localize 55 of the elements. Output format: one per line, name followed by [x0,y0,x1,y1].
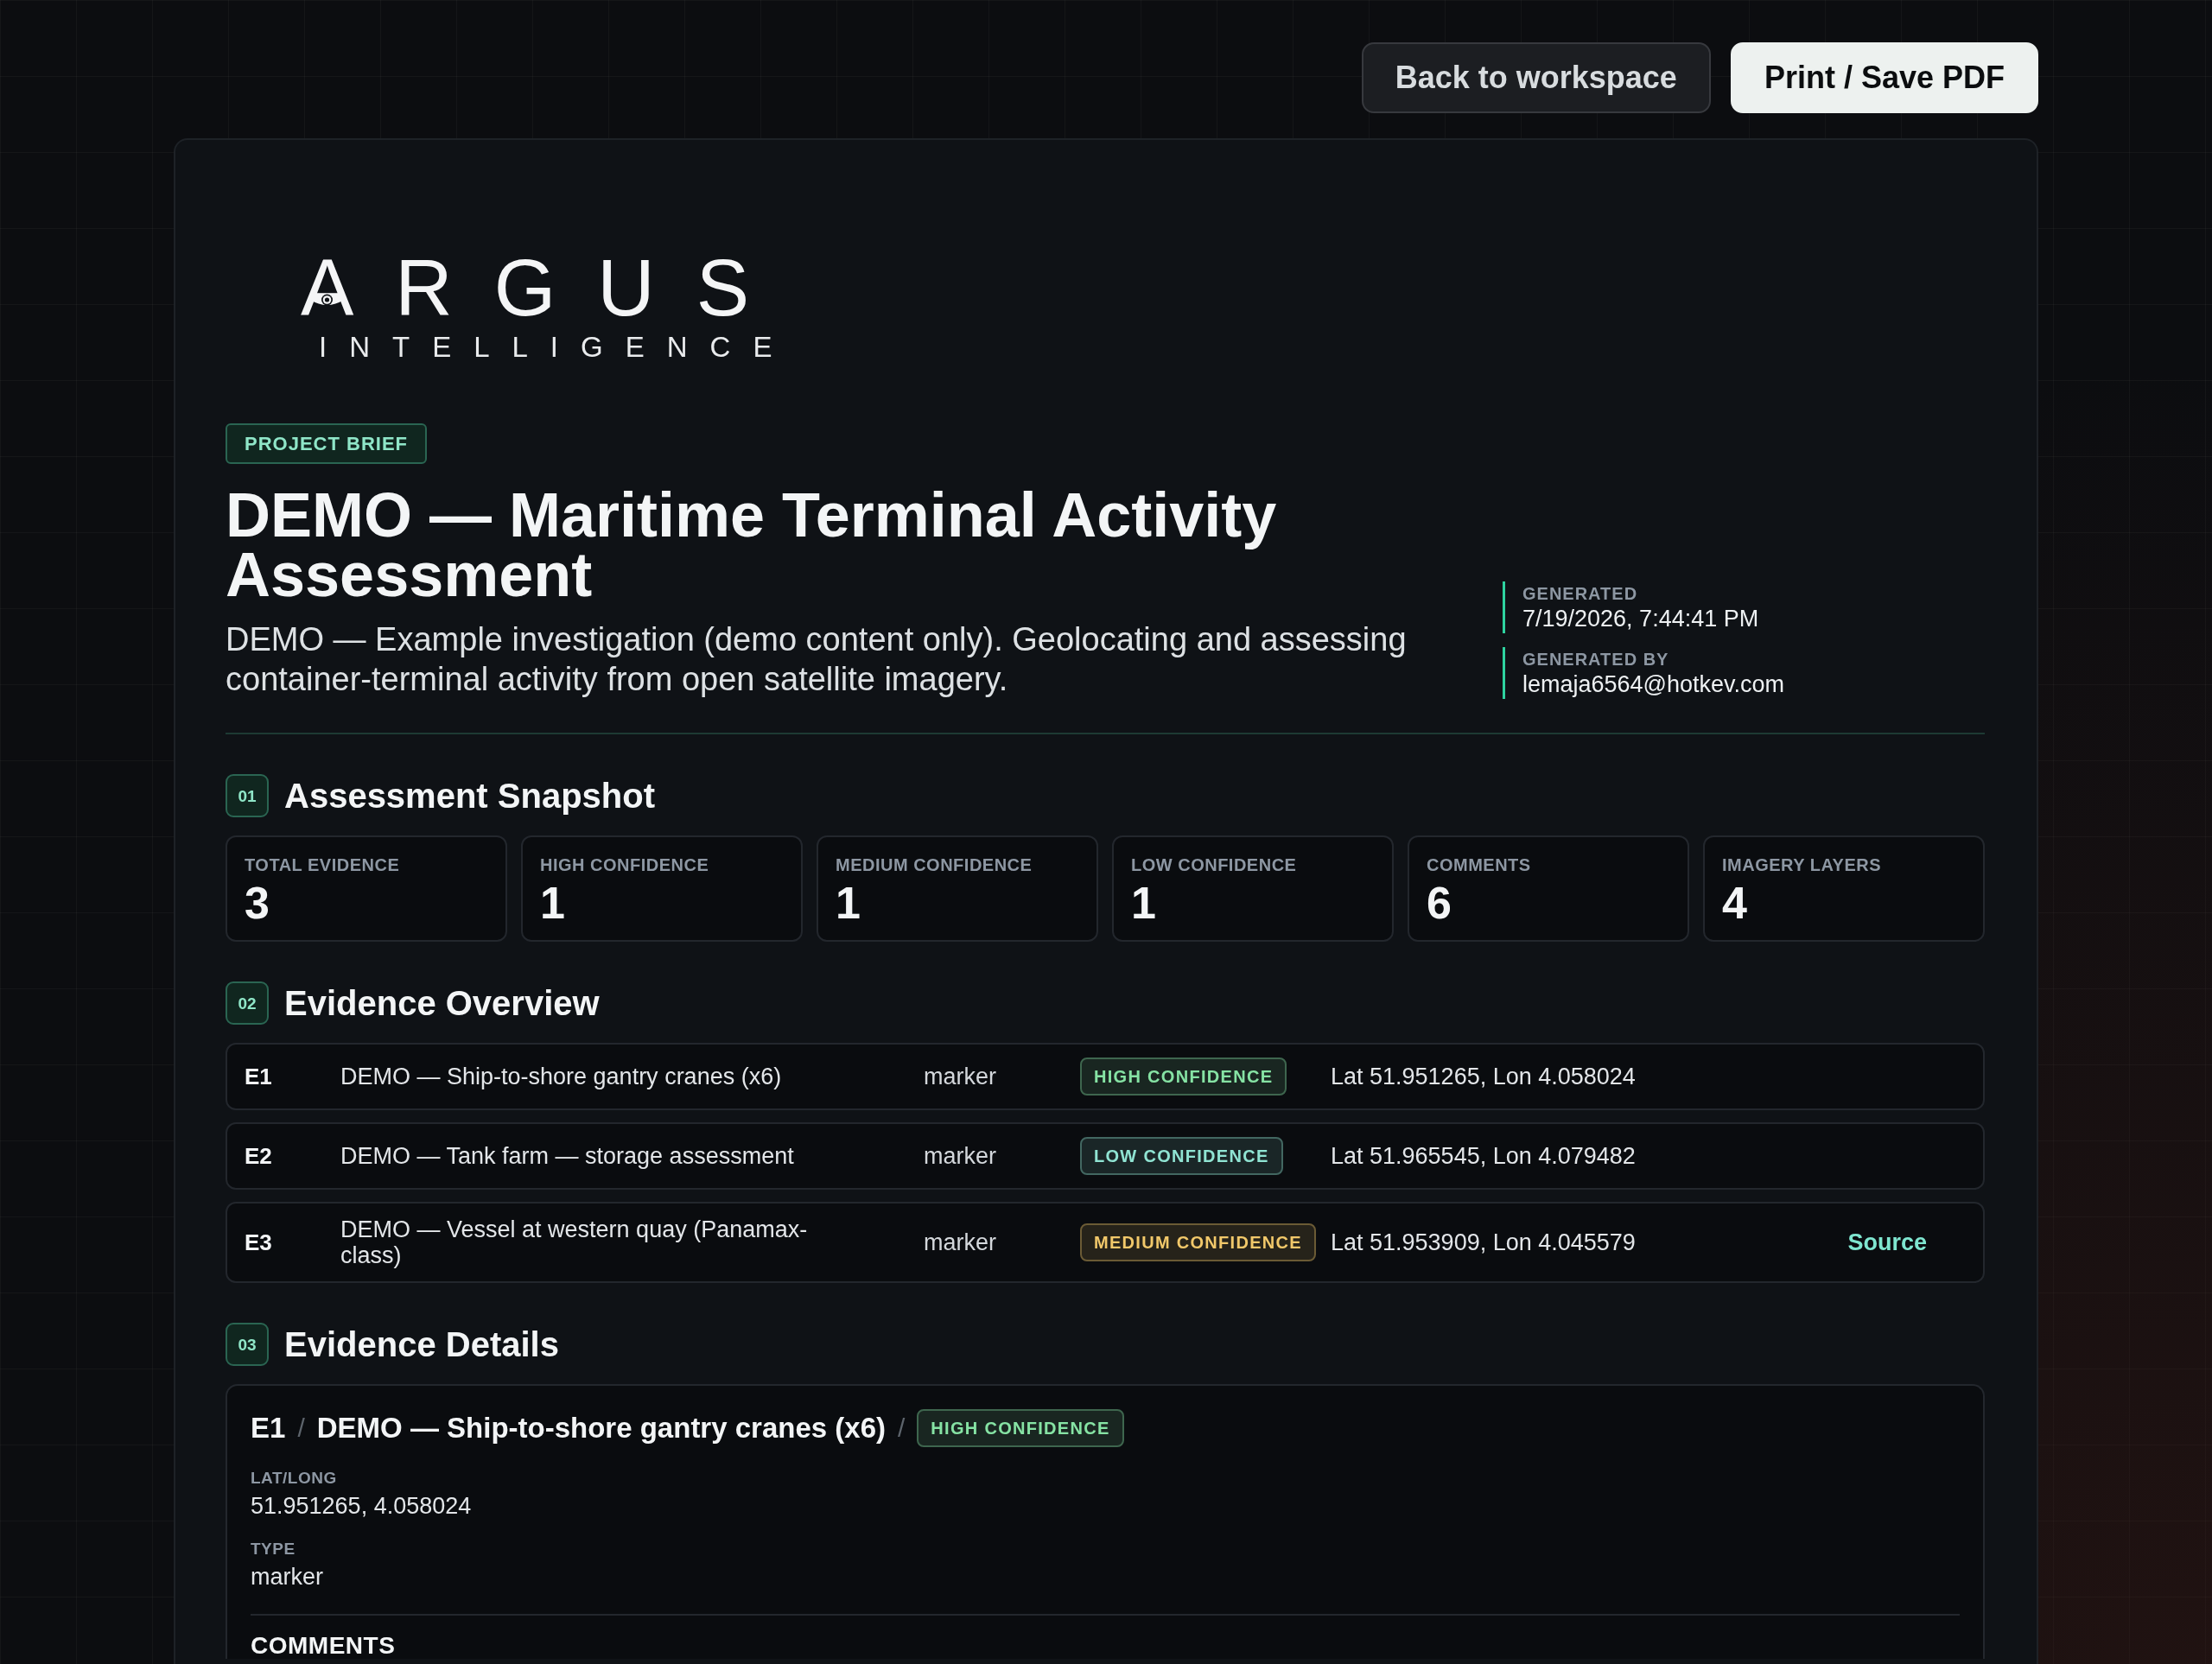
confidence-badge: LOW CONFIDENCE [1080,1137,1283,1175]
evidence-type: marker [924,1064,996,1089]
evidence-title: DEMO — Ship-to-shore gantry cranes (x6) [340,1064,782,1089]
stat-label: HIGH CONFIDENCE [540,854,709,875]
confidence-badge: HIGH CONFIDENCE [1080,1057,1287,1096]
title-separator: / [898,1413,906,1444]
stat-label: IMAGERY LAYERS [1722,854,1882,875]
field-value: marker [251,1563,323,1591]
evidence-location: Lat 51.965545, Lon 4.079482 [1331,1143,1636,1169]
meta-label: GENERATED BY [1522,649,1669,670]
section-number: 02 [226,981,269,1025]
brief-tag: PROJECT BRIEF [226,423,428,464]
section-number: 03 [226,1323,269,1366]
evidence-id: E3 [245,1229,272,1255]
evidence-id: E2 [245,1143,272,1169]
evidence-id: E1 [245,1064,272,1089]
section-title: Evidence Details [284,1324,559,1365]
stat-value: 4 [1722,879,1747,927]
stat-value: 1 [1131,879,1156,927]
stat-value: 1 [836,879,861,927]
evidence-type: marker [924,1229,996,1255]
print-button[interactable]: Print / Save PDF [1730,42,2038,113]
detail-id: E1 [251,1411,286,1445]
meta-label: GENERATED [1522,583,1638,605]
section-title: Evidence Overview [284,983,600,1024]
evidence-title: DEMO — Vessel at western quay (Panamax-class) [340,1216,809,1268]
stat-value: 3 [245,879,270,927]
source-link[interactable]: Source [1847,1229,1927,1255]
stat-label: TOTAL EVIDENCE [245,854,400,875]
evidence-location: Lat 51.953909, Lon 4.045579 [1331,1229,1636,1255]
meta-value: 7/19/2026, 7:44:41 PM [1522,605,1759,632]
stat-value: 1 [540,879,565,927]
field-label: LAT/LONG [251,1468,337,1489]
title-separator: / [297,1413,305,1444]
stat-label: LOW CONFIDENCE [1131,854,1297,875]
section-title: Assessment Snapshot [284,776,656,816]
stat-value: 6 [1427,879,1452,927]
field-label: TYPE [251,1539,296,1559]
section-number: 01 [226,774,269,817]
logo-wordmark: ARGUS [301,248,791,327]
evidence-title: DEMO — Tank farm — storage assessment [340,1143,794,1169]
stat-label: COMMENTS [1427,854,1531,875]
comments-heading: COMMENTS [251,1633,396,1659]
meta-value: lemaja6564@hotkev.com [1522,670,1785,698]
brief-description: DEMO — Example investigation (demo content only). Geolocating and assessing container-terminal activity from open satellite imagery. [226,620,1408,699]
stat-label: MEDIUM CONFIDENCE [836,854,1033,875]
back-button[interactable]: Back to workspace [1361,42,1711,113]
evidence-location: Lat 51.951265, Lon 4.058024 [1331,1064,1636,1089]
logo-tagline: INTELLIGENCE [319,333,795,361]
field-value: 51.951265, 4.058024 [251,1492,472,1521]
brief-title: DEMO — Maritime Terminal Activity Assessment [226,486,1278,605]
evidence-type: marker [924,1143,996,1169]
detail-title: DEMO — Ship-to-shore gantry cranes (x6) [316,1411,886,1445]
confidence-badge: MEDIUM CONFIDENCE [1080,1223,1316,1261]
confidence-badge: HIGH CONFIDENCE [917,1409,1124,1447]
